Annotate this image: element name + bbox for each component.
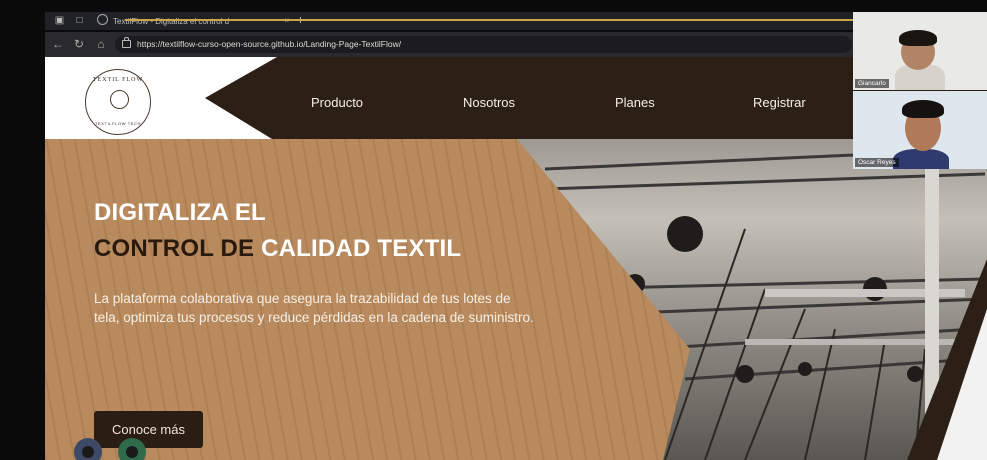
participant-name: Giancarlo [855,79,889,88]
participant-hair [902,100,944,118]
hero-heading-light-part: CALIDAD TEXTIL [261,235,462,262]
browser-tab[interactable]: TextilFlow - Digitaliza el control d × [97,14,293,28]
participant-hair [899,30,937,46]
header-logo-area: TEXTIL FLOW TEXTILFLOW TECH [45,57,277,139]
close-tab-icon[interactable]: × [284,14,289,28]
url-text: https://textilflow-curso-open-source.git… [137,39,402,49]
hero-heading-line1: DIGITALIZA EL [94,199,266,226]
hero-description: La plataforma colaborativa que asegura l… [94,291,534,325]
nav-nosotros[interactable]: Nosotros [463,95,515,111]
workspaces-icon[interactable]: ▣ [54,15,65,26]
nav-planes[interactable]: Planes [615,95,655,111]
logo-bottom-text: TEXTILFLOW TECH [94,121,142,126]
address-bar-row: ← ↻ ⌂ https://textilflow-curso-open-sour… [45,32,860,57]
back-icon[interactable]: ← [51,37,65,51]
web-page: DIGITALIZA EL CONTROL DE CALIDAD TEXTIL … [45,57,987,460]
textilflow-logo[interactable]: TEXTIL FLOW TEXTILFLOW TECH [85,69,151,135]
lock-icon [122,37,131,48]
logo-top-text: TEXTIL FLOW [92,77,144,83]
divider [125,19,900,21]
browser-tab-bar: ▣ □ TextilFlow - Digitaliza el control d… [45,12,900,30]
url-input[interactable]: https://textilflow-curso-open-source.git… [115,36,852,53]
spool-icon [110,90,129,109]
globe-icon [97,14,108,25]
participant-name: Oscar Reyes [855,158,899,167]
floating-avatars [74,438,146,460]
nav-producto[interactable]: Producto [311,95,363,111]
participant-tile[interactable]: Oscar Reyes [853,91,987,169]
home-icon[interactable]: ⌂ [94,37,108,51]
participant-tile[interactable]: Giancarlo [853,12,987,90]
reload-icon[interactable]: ↻ [72,37,86,51]
hero-heading-dark-part: CONTROL DE [94,235,262,262]
tab-actions-icon[interactable]: □ [74,15,85,26]
nav-registrar[interactable]: Registrar [753,95,806,111]
participant-video [893,149,949,169]
hero-heading: DIGITALIZA EL CONTROL DE CALIDAD TEXTIL [94,195,461,267]
hero-section: DIGITALIZA EL CONTROL DE CALIDAD TEXTIL … [45,139,987,460]
